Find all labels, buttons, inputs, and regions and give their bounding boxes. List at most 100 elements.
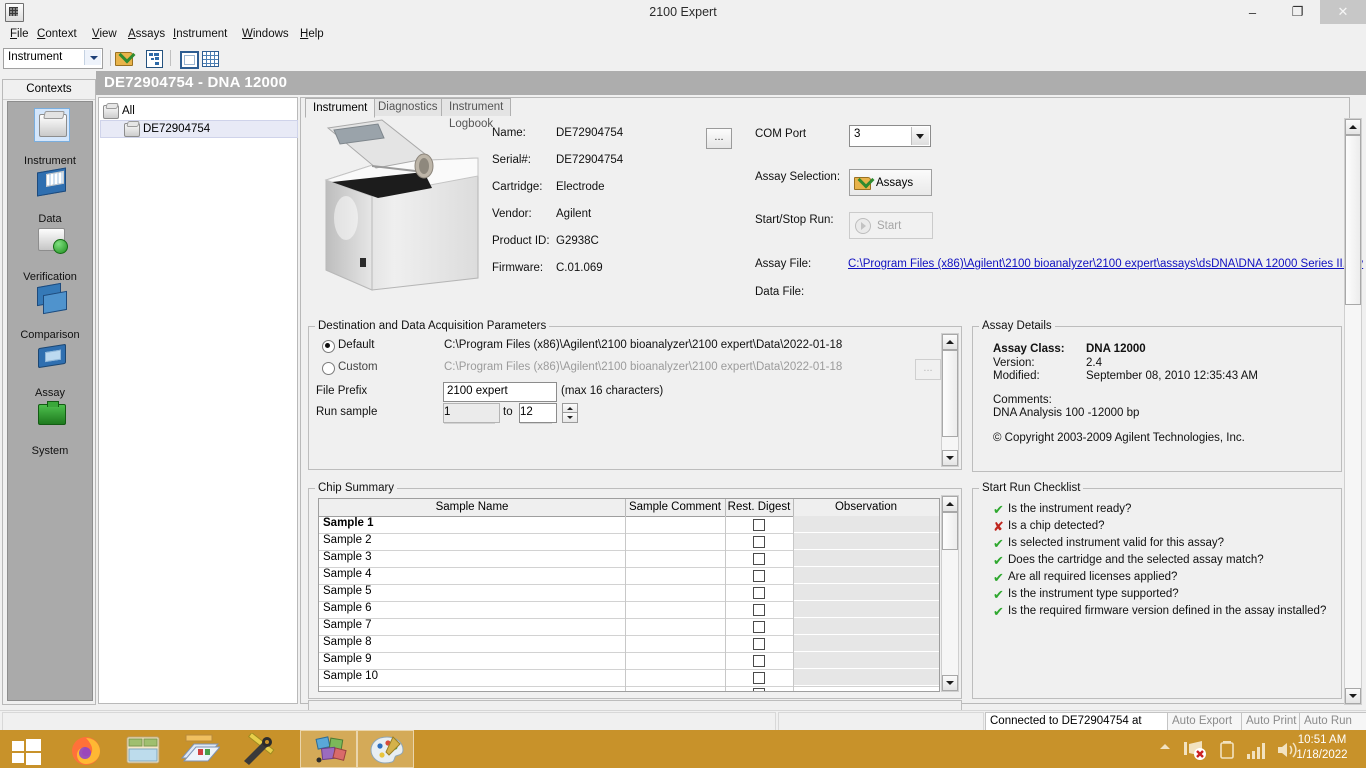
chevron-down-icon[interactable] — [911, 127, 929, 145]
context-select[interactable]: Instrument — [3, 48, 103, 69]
menu-item-help[interactable]: Help — [296, 27, 328, 42]
column-header-rest-digest[interactable]: Rest. Digest — [725, 499, 794, 516]
table-row-partial[interactable] — [319, 686, 939, 692]
auto-export-status[interactable]: Auto Export — [1167, 712, 1251, 731]
chevron-down-icon[interactable] — [84, 50, 101, 65]
rest-digest-checkbox[interactable] — [753, 688, 765, 692]
sidebar-item-verification[interactable]: Verification — [8, 222, 92, 284]
assays-button[interactable]: Assays — [849, 169, 932, 196]
chip-summary-scrollbar[interactable] — [941, 495, 959, 692]
table-row[interactable]: Sample 10 — [319, 669, 939, 687]
rest-digest-checkbox[interactable] — [753, 621, 765, 633]
auto-run-status[interactable]: Auto Run — [1299, 712, 1366, 731]
scroll-up-arrow[interactable] — [942, 334, 958, 350]
minimize-icon[interactable]: – — [1230, 0, 1275, 24]
run-sample-from-input[interactable]: 1 — [443, 403, 500, 423]
menu-item-assays[interactable]: Assays — [124, 27, 169, 42]
battery-icon[interactable] — [1220, 740, 1234, 760]
scrollbar-thumb[interactable] — [942, 350, 958, 437]
check-ok-icon: ✔ — [993, 537, 1004, 550]
start-button[interactable] — [0, 730, 57, 768]
menu-item-instrument[interactable]: Instrument — [169, 27, 231, 42]
tree-node-de72904754[interactable]: DE72904754 — [100, 120, 298, 138]
custom-path: C:\Program Files (x86)\Agilent\2100 bioa… — [444, 361, 842, 373]
sidebar-item-instrument[interactable]: Instrument — [8, 106, 92, 168]
scrollbar-thumb[interactable] — [1345, 135, 1361, 305]
sidebar-item-system[interactable]: System — [8, 396, 92, 458]
column-header-sample-comment[interactable]: Sample Comment — [625, 499, 726, 516]
tools-taskbar-icon[interactable] — [228, 730, 285, 768]
tree-view-button[interactable] — [144, 48, 164, 68]
rest-digest-checkbox[interactable] — [753, 570, 765, 582]
table-row[interactable]: Sample 1 — [319, 516, 939, 534]
window-view-button[interactable] — [178, 48, 198, 68]
tab-diagnostics[interactable]: Diagnostics — [370, 98, 445, 116]
custom-browse-button[interactable]: ... — [915, 359, 941, 380]
table-row[interactable]: Sample 7 — [319, 618, 939, 636]
scrollbar-thumb[interactable] — [942, 512, 958, 550]
show-hidden-icons[interactable] — [1160, 744, 1170, 749]
run-sample-label: Run sample — [316, 406, 377, 418]
table-row[interactable]: Sample 4 — [319, 567, 939, 585]
file-explorer-taskbar-icon[interactable] — [114, 730, 171, 768]
sidebar-item-data[interactable]: Data — [8, 164, 92, 226]
network-error-icon[interactable] — [1184, 740, 1206, 760]
start-button[interactable]: Start — [849, 212, 933, 239]
table-row[interactable]: Sample 6 — [319, 601, 939, 619]
rest-digest-checkbox[interactable] — [753, 519, 765, 531]
paint-taskbar-icon[interactable] — [357, 730, 414, 768]
run-sample-stepper[interactable] — [562, 403, 576, 421]
assay-file-link[interactable]: C:\Program Files (x86)\Agilent\2100 bioa… — [848, 258, 1363, 270]
menu-item-windows[interactable]: Windows — [238, 27, 293, 42]
rest-digest-checkbox[interactable] — [753, 655, 765, 667]
document-header: DE72904754 - DNA 12000 — [96, 71, 1366, 95]
com-port-select[interactable]: 3 — [849, 125, 931, 147]
sidebar-item-comparison[interactable]: Comparison — [8, 280, 92, 342]
scroll-down-arrow[interactable] — [942, 450, 958, 466]
menu-item-file[interactable]: File — [6, 27, 33, 42]
menu-item-view[interactable]: View — [88, 27, 121, 42]
content-scrollbar[interactable] — [1344, 118, 1362, 705]
scroll-up-arrow[interactable] — [942, 496, 958, 512]
scroll-down-arrow[interactable] — [942, 675, 958, 691]
table-row[interactable]: Sample 8 — [319, 635, 939, 653]
grid-view-button[interactable] — [200, 48, 220, 68]
rest-digest-checkbox[interactable] — [753, 604, 765, 616]
default-radio[interactable] — [322, 340, 335, 353]
file-prefix-input[interactable]: 2100 expert — [443, 382, 557, 402]
check-ok-icon: ✔ — [993, 503, 1004, 516]
table-header-row: Sample Name Sample Comment Rest. Digest … — [319, 499, 939, 517]
tab-instrument[interactable]: Instrument — [305, 98, 375, 118]
tab-instrument-logbook[interactable]: Instrument Logbook — [441, 98, 511, 116]
expert-app-taskbar-icon[interactable] — [300, 730, 357, 768]
maximize-icon[interactable]: ❐ — [1275, 0, 1320, 24]
signal-icon[interactable] — [1246, 740, 1268, 760]
menu-item-context[interactable]: Context — [33, 27, 81, 42]
rest-digest-checkbox[interactable] — [753, 553, 765, 565]
rest-digest-checkbox[interactable] — [753, 672, 765, 684]
rest-digest-checkbox[interactable] — [753, 638, 765, 650]
scroll-up-arrow[interactable] — [1345, 119, 1361, 135]
open-assay-button[interactable] — [114, 48, 134, 68]
column-header-sample-name[interactable]: Sample Name — [319, 499, 626, 516]
default-label: Default — [338, 339, 374, 351]
taskbar-clock[interactable]: 10:51 AM 1/18/2022 — [1286, 733, 1358, 763]
table-row[interactable]: Sample 3 — [319, 550, 939, 568]
column-header-observation[interactable]: Observation — [793, 499, 939, 516]
destination-scrollbar[interactable] — [941, 333, 959, 467]
close-icon[interactable]: ✕ — [1320, 0, 1366, 24]
scroll-down-arrow[interactable] — [1345, 688, 1361, 704]
rest-digest-checkbox[interactable] — [753, 587, 765, 599]
notes-taskbar-icon[interactable] — [171, 730, 228, 768]
sidebar-item-assay[interactable]: Assay — [8, 338, 92, 400]
checklist-item-label: Is the required firmware version defined… — [1008, 605, 1326, 617]
instrument-browse-button[interactable]: ... — [706, 128, 732, 149]
table-row[interactable]: Sample 9 — [319, 652, 939, 670]
stepper-down-icon[interactable] — [562, 412, 578, 423]
table-row[interactable]: Sample 5 — [319, 584, 939, 602]
firefox-taskbar-icon[interactable] — [57, 730, 114, 768]
table-row[interactable]: Sample 2 — [319, 533, 939, 551]
custom-radio[interactable] — [322, 362, 335, 375]
rest-digest-checkbox[interactable] — [753, 536, 765, 548]
run-sample-to-input[interactable]: 12 — [519, 403, 557, 423]
